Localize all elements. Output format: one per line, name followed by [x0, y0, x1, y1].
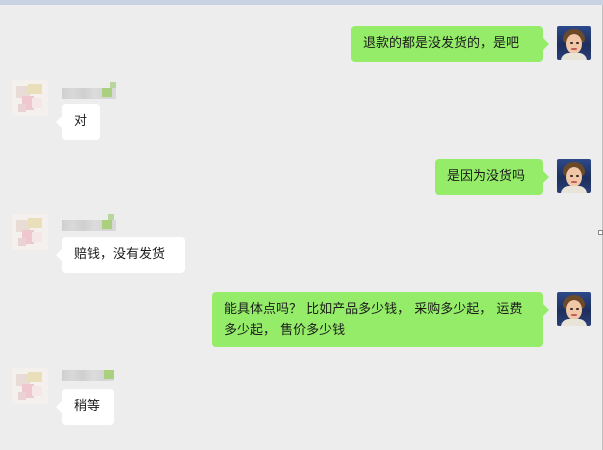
message-bubble[interactable]: 对 [56, 104, 100, 140]
message-bubble[interactable]: 稍等 [56, 389, 114, 425]
message-bubble[interactable]: 是因为没货吗 [435, 159, 549, 195]
message-text: 赔钱，没有发货 [74, 247, 166, 262]
message-text: 稍等 [74, 399, 101, 414]
my-avatar[interactable] [557, 159, 591, 193]
message-text: 是因为没货吗 [447, 169, 526, 184]
contact-avatar[interactable] [12, 214, 48, 250]
message-bubble[interactable]: 能具体点吗？ 比如产品多少钱， 采购多少起， 运费多少起， 售价多少钱 [212, 292, 549, 347]
contact-avatar[interactable] [12, 368, 48, 404]
my-avatar[interactable] [557, 26, 591, 60]
message-bubble[interactable]: 退款的都是没发货的，是吧 [351, 26, 549, 62]
message-bubble[interactable]: 赔钱，没有发货 [56, 237, 185, 273]
message-text: 能具体点吗？ 比如产品多少钱， 采购多少起， 运费多少起， 售价多少钱 [224, 302, 523, 338]
resize-handle[interactable] [598, 230, 603, 235]
sender-name-blurred [62, 82, 116, 99]
message-text: 退款的都是没发货的，是吧 [363, 36, 520, 51]
message-text: 对 [74, 114, 88, 129]
sender-name-blurred [62, 214, 116, 231]
contact-avatar[interactable] [12, 80, 48, 116]
window-top-border [0, 0, 603, 5]
sender-name-blurred [62, 370, 114, 381]
my-avatar[interactable] [557, 292, 591, 326]
